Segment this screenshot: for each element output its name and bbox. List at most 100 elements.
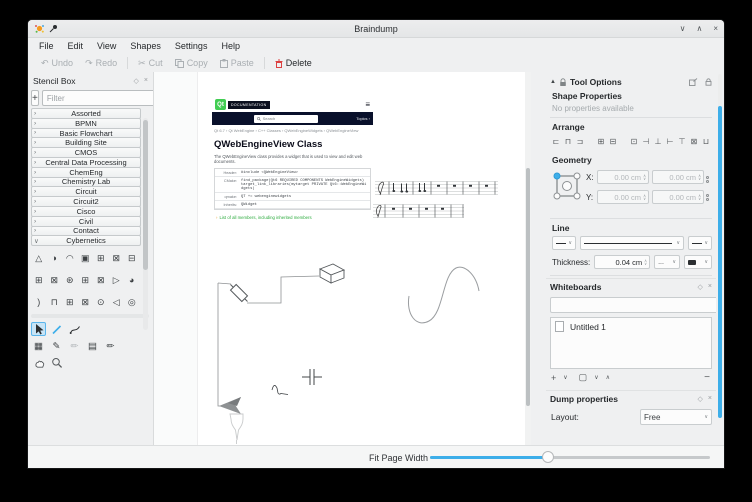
cut-button[interactable]: ✂ Cut <box>132 58 169 68</box>
float-panel-icon[interactable]: ◇ <box>134 77 139 85</box>
move-down-icon[interactable]: ∨ <box>594 374 598 381</box>
arrange-button[interactable]: ⊟ <box>607 135 619 147</box>
maximize-button[interactable]: ∧ <box>696 24 702 33</box>
select-tool-button[interactable] <box>31 322 46 336</box>
arrange-button[interactable]: ⊡ <box>628 135 640 147</box>
layout-dropdown[interactable]: Free ∨ <box>640 409 712 425</box>
stencil-shape[interactable]: ⊙ <box>93 291 109 313</box>
stencil-shape[interactable]: △ <box>31 247 47 269</box>
move-up-icon[interactable]: ∧ <box>606 374 610 381</box>
stencil-category[interactable]: › Circuit <box>31 186 141 197</box>
stencil-shape[interactable]: ⊞ <box>62 291 78 313</box>
menu-item[interactable]: Settings <box>175 41 208 51</box>
stencil-category-expanded[interactable]: ∨ Cybernetics <box>31 235 141 246</box>
remove-whiteboard-button[interactable]: − <box>704 372 710 383</box>
stencil-category[interactable]: › Contact <box>31 226 141 237</box>
menu-item[interactable]: File <box>39 41 54 51</box>
zoom-tool-button[interactable] <box>49 356 64 370</box>
dock-scrollbar[interactable] <box>718 74 722 395</box>
link-aspect-icon[interactable] <box>706 194 709 201</box>
zoom-mode-label[interactable]: Fit Page Width <box>346 453 428 463</box>
menu-item[interactable]: Help <box>221 41 240 51</box>
arrange-button[interactable]: ⊠ <box>688 135 700 147</box>
filter-input[interactable] <box>42 90 162 106</box>
stencil-category[interactable]: › CMOS <box>31 147 141 158</box>
stencil-shape[interactable]: ⊞ <box>31 269 47 291</box>
stencil-scrollbar[interactable] <box>143 118 148 330</box>
menu-item[interactable]: View <box>97 41 116 51</box>
arrange-button[interactable]: ⊐ <box>574 135 586 147</box>
menu-item[interactable]: Shapes <box>130 41 161 51</box>
thickness-spinbox[interactable]: 0.04 cm ∧∨ <box>594 255 650 269</box>
stencil-shape[interactable]: ⊠ <box>78 291 94 313</box>
stencil-shape[interactable]: ◠ <box>62 247 78 269</box>
stencil-shape[interactable]: ⊟ <box>124 247 140 269</box>
arrange-button[interactable]: ⊢ <box>664 135 676 147</box>
add-stencil-button[interactable]: + <box>31 90 39 106</box>
minimize-button[interactable]: ∨ <box>680 24 686 33</box>
stencil-shape[interactable]: ⊠ <box>47 269 63 291</box>
stencil-category[interactable]: › Basic Flowchart <box>31 128 141 139</box>
stencil-shape[interactable]: ⊠ <box>93 269 109 291</box>
lock-panel-icon[interactable] <box>705 78 712 86</box>
line-style-dropdown[interactable]: ∨ <box>580 236 684 250</box>
stencil-category[interactable]: › Civil <box>31 216 141 227</box>
arrange-button[interactable]: ⊤ <box>676 135 688 147</box>
zoom-slider-handle[interactable] <box>542 451 554 463</box>
height-spinbox[interactable]: 0.00 cm ∧∨ <box>652 190 704 204</box>
float-panel-icon[interactable]: ◇ <box>698 395 703 403</box>
stencil-shape[interactable]: ◕ <box>124 269 140 291</box>
canvas-vscrollbar[interactable] <box>525 72 531 445</box>
grid-tool-button[interactable]: ▦ <box>31 339 46 353</box>
add-options-icon[interactable]: ∨ <box>563 374 567 381</box>
close-panel-icon[interactable]: × <box>708 395 712 403</box>
link-aspect-icon[interactable] <box>706 176 709 183</box>
arrange-button[interactable]: ⊏ <box>550 135 562 147</box>
duplicate-page-icon[interactable]: ▢ <box>579 372 588 383</box>
stencil-category[interactable]: › Building Site <box>31 137 141 148</box>
stencil-category[interactable]: › BPMN <box>31 118 141 129</box>
whiteboard-name-input[interactable] <box>550 297 716 313</box>
stencil-category[interactable]: › ChemEng <box>31 167 141 178</box>
arrange-button[interactable]: ⊣ <box>640 135 652 147</box>
stencil-shape[interactable]: ⊛ <box>62 269 78 291</box>
dash-pattern-dropdown[interactable]: ...∨ <box>654 255 680 269</box>
titlebar[interactable]: Braindump ∨ ∧ × <box>28 20 724 38</box>
close-button[interactable]: × <box>713 24 718 33</box>
collapse-icon[interactable]: ▲ <box>550 79 556 85</box>
artistic-text-tool-button[interactable]: ✏ <box>67 339 82 353</box>
arrange-button[interactable]: ⊓ <box>562 135 574 147</box>
paste-button[interactable]: Paste <box>214 58 260 68</box>
canvas[interactable]: Qt DOCUMENTATION ≡ Search Topics › Qt 6.… <box>153 72 531 445</box>
stencil-category[interactable]: › Cisco <box>31 206 141 217</box>
line-end-dropdown[interactable]: ∨ <box>688 236 712 250</box>
float-panel-icon[interactable]: ◇ <box>698 283 703 291</box>
pan-tool-button[interactable] <box>31 356 46 370</box>
calligraphy-tool-button[interactable]: ✎ <box>49 339 64 353</box>
add-whiteboard-button[interactable]: + <box>551 373 556 383</box>
stencil-shape[interactable]: ⊠ <box>109 247 125 269</box>
stencil-hscrollbar[interactable] <box>31 314 149 318</box>
detach-panel-icon[interactable] <box>689 78 698 86</box>
arrange-button[interactable]: ⊞ <box>595 135 607 147</box>
stencil-shape[interactable]: ) <box>31 291 47 313</box>
close-panel-icon[interactable]: × <box>144 77 148 85</box>
stencil-category[interactable]: › Central Data Processing <box>31 157 141 168</box>
close-panel-icon[interactable]: × <box>708 283 712 291</box>
stencil-category[interactable]: › Assorted <box>31 108 141 119</box>
line-cap-dropdown[interactable]: ∨ <box>684 255 712 269</box>
arrange-button[interactable]: ⊔ <box>700 135 712 147</box>
stencil-shape[interactable]: ⊞ <box>93 247 109 269</box>
whiteboard-list-item[interactable]: Untitled 1 <box>551 318 711 335</box>
copy-button[interactable]: Copy <box>169 58 214 68</box>
y-position-spinbox[interactable]: 0.00 cm ∧∨ <box>597 190 649 204</box>
anchor-selector[interactable] <box>552 170 582 202</box>
menu-item[interactable]: Edit <box>68 41 84 51</box>
pencil-tool-button[interactable]: ✏ <box>103 339 118 353</box>
stencil-category[interactable]: › Circuit2 <box>31 196 141 207</box>
stencil-category[interactable]: › Chemistry Lab <box>31 177 141 188</box>
undo-button[interactable]: ↶ Undo <box>35 58 79 68</box>
arrange-button[interactable]: ⊥ <box>652 135 664 147</box>
x-position-spinbox[interactable]: 0.00 cm ∧∨ <box>597 170 649 184</box>
line-start-dropdown[interactable]: ∨ <box>552 236 576 250</box>
